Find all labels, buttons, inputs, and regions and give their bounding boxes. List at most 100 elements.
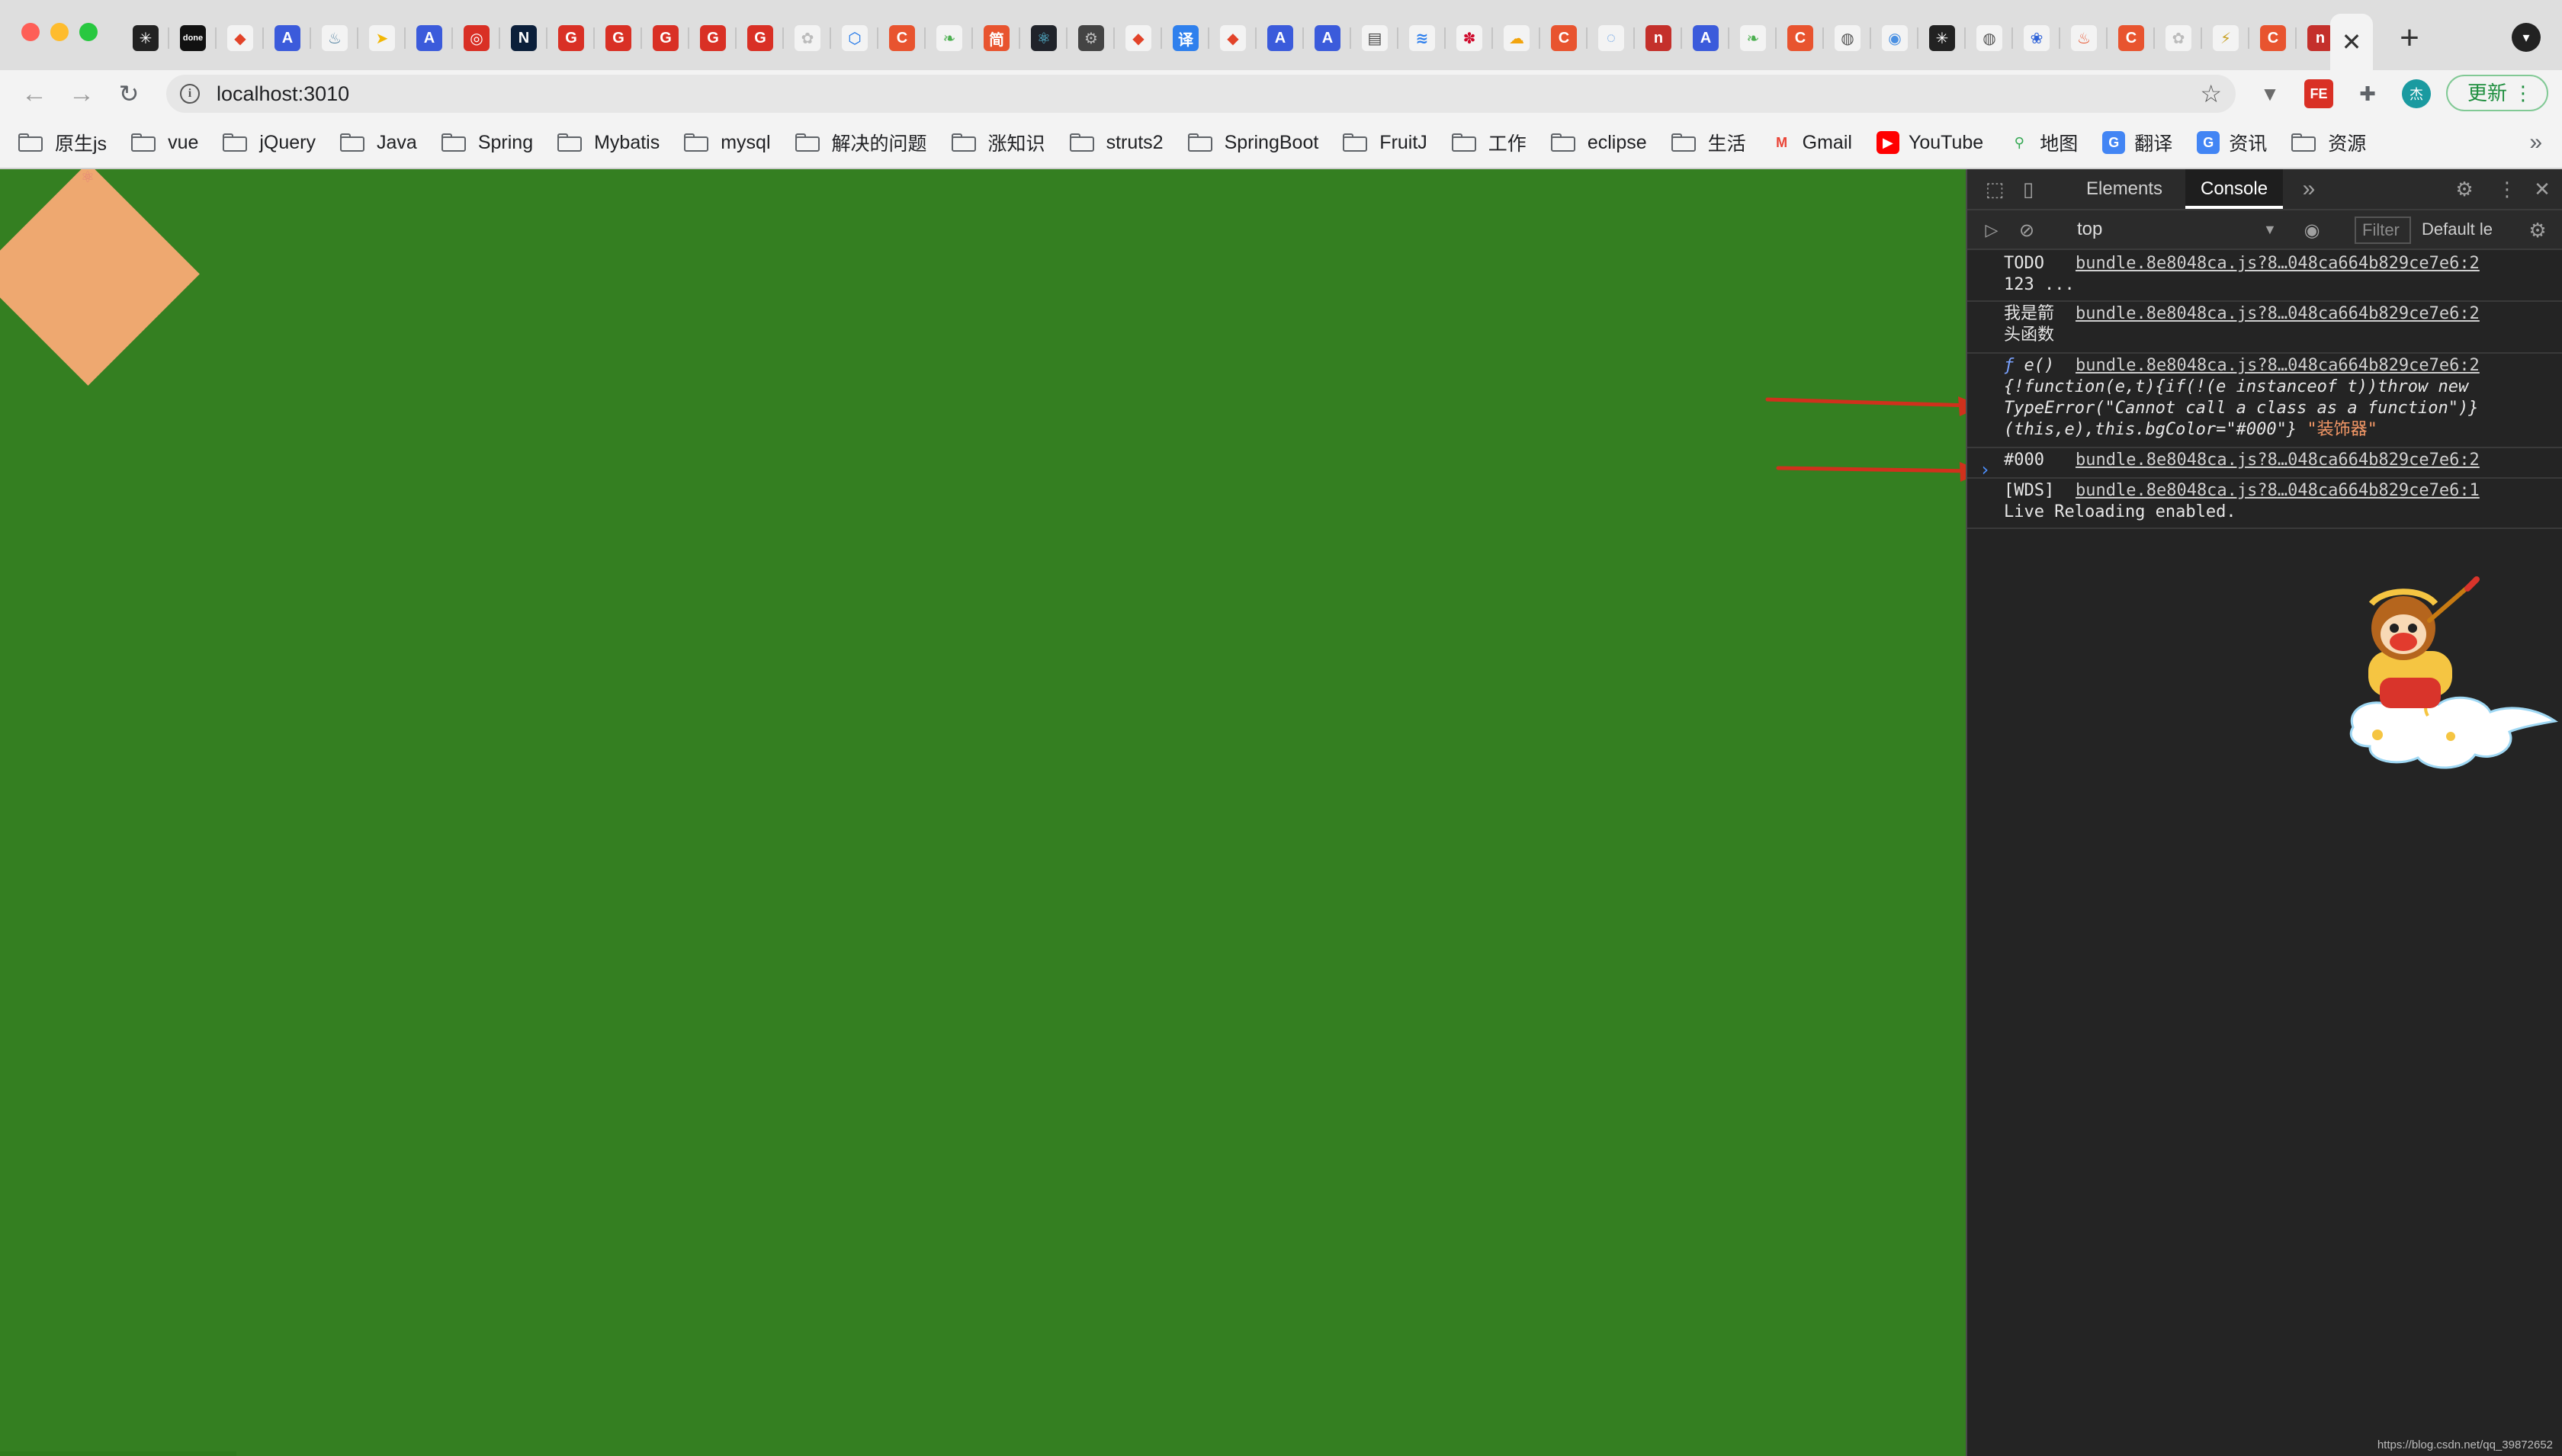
minimize-window-button[interactable] bbox=[50, 23, 69, 41]
new-tab-button[interactable]: + bbox=[2388, 19, 2431, 56]
inspect-element-icon[interactable]: ⬚ bbox=[1981, 175, 2008, 203]
browser-tab[interactable]: 简 bbox=[973, 14, 1020, 63]
bookmark-item[interactable]: G 资讯 bbox=[2197, 129, 2267, 156]
bookmark-item[interactable]: ⚲ 地图 bbox=[2008, 129, 2078, 156]
fe-extension-icon[interactable]: FE bbox=[2304, 79, 2333, 108]
forward-button[interactable]: → bbox=[64, 76, 99, 111]
function-signature[interactable]: ƒ e() bbox=[2004, 355, 2054, 377]
browser-tab[interactable]: ◎ bbox=[453, 14, 500, 63]
browser-tab[interactable]: G bbox=[737, 14, 784, 63]
bookmark-item[interactable]: ▶ YouTube bbox=[1876, 131, 1983, 154]
bookmark-item[interactable]: jQuery bbox=[223, 132, 316, 154]
browser-tab[interactable]: N bbox=[500, 14, 547, 63]
message-source-link[interactable]: bundle.8e8048ca.js?8…048ca664b829ce7e6:2 bbox=[2076, 253, 2480, 274]
close-devtools-icon[interactable]: ✕ bbox=[2528, 175, 2556, 203]
settings-gear-icon[interactable]: ⚙ bbox=[2451, 175, 2478, 203]
bookmark-item[interactable]: 解决的问题 bbox=[795, 129, 927, 156]
site-info-icon[interactable]: i bbox=[180, 84, 200, 104]
browser-tab[interactable]: G bbox=[642, 14, 689, 63]
more-tabs-button[interactable]: » bbox=[2295, 175, 2323, 203]
browser-tab[interactable]: ❧ bbox=[1729, 14, 1777, 63]
browser-tab[interactable]: G bbox=[595, 14, 642, 63]
bookmark-item[interactable]: struts2 bbox=[1069, 132, 1164, 154]
browser-tab[interactable]: ◌ bbox=[1588, 14, 1635, 63]
bookmark-item[interactable]: Mybatis bbox=[557, 132, 660, 154]
browser-tab[interactable]: G bbox=[547, 14, 595, 63]
customize-menu-icon[interactable]: ⋮ bbox=[2493, 175, 2521, 203]
bookmark-item[interactable]: 工作 bbox=[1451, 129, 1527, 156]
sidebar-toggle-icon[interactable]: ▷ bbox=[1978, 216, 2005, 244]
message-source-link[interactable]: bundle.8e8048ca.js?8…048ca664b829ce7e6:2 bbox=[2076, 450, 2480, 471]
browser-tab[interactable]: C bbox=[878, 14, 926, 63]
browser-tab[interactable]: ✳ bbox=[122, 14, 169, 63]
vue-devtools-extension-icon[interactable]: ▼ bbox=[2255, 79, 2284, 108]
browser-tab[interactable]: done bbox=[169, 14, 217, 63]
profile-avatar[interactable]: 杰 bbox=[2402, 79, 2431, 108]
context-selector[interactable]: top bbox=[2077, 210, 2102, 249]
context-dropdown-icon[interactable]: ▼ bbox=[2263, 210, 2277, 249]
message-source-link[interactable]: bundle.8e8048ca.js?8…048ca664b829ce7e6:2 bbox=[2076, 355, 2480, 377]
browser-tab[interactable]: C bbox=[2249, 14, 2297, 63]
browser-tab[interactable]: ✿ bbox=[2155, 14, 2202, 63]
console-filter-input[interactable]: Filter bbox=[2355, 216, 2411, 244]
clear-console-icon[interactable]: ⊘ bbox=[2013, 216, 2040, 244]
console-settings-gear-icon[interactable]: ⚙ bbox=[2524, 216, 2551, 244]
browser-tab[interactable]: ▤ bbox=[1351, 14, 1398, 63]
message-source-link[interactable]: bundle.8e8048ca.js?8…048ca664b829ce7e6:1 bbox=[2076, 480, 2480, 502]
browser-tab[interactable]: ◉ bbox=[1871, 14, 1918, 63]
url-text[interactable]: localhost:3010 bbox=[217, 75, 349, 113]
tab-console[interactable]: Console bbox=[2185, 169, 2284, 209]
browser-tab[interactable]: C bbox=[1777, 14, 1824, 63]
bookmark-item[interactable]: Spring bbox=[441, 132, 533, 154]
tab-elements[interactable]: Elements bbox=[2071, 169, 2178, 209]
bookmark-item[interactable]: Java bbox=[340, 132, 417, 154]
device-toolbar-icon[interactable]: ▯ bbox=[2015, 175, 2042, 203]
browser-tab[interactable]: ✽ bbox=[1446, 14, 1493, 63]
browser-tab[interactable]: C bbox=[1540, 14, 1588, 63]
reload-button[interactable]: ↻ bbox=[111, 76, 146, 111]
browser-tab[interactable]: ⚡ bbox=[2202, 14, 2249, 63]
browser-tab[interactable]: ☁ bbox=[1493, 14, 1540, 63]
bookmark-item[interactable]: eclipse bbox=[1550, 132, 1647, 154]
bookmarks-overflow-button[interactable]: » bbox=[2529, 117, 2542, 168]
browser-tab[interactable]: ❧ bbox=[926, 14, 973, 63]
address-bar[interactable]: i localhost:3010 ☆ bbox=[166, 75, 2236, 113]
bookmark-item[interactable]: G 翻译 bbox=[2102, 129, 2172, 156]
bookmark-item[interactable]: 资源 bbox=[2291, 129, 2366, 156]
browser-tab[interactable]: ➤ bbox=[358, 14, 406, 63]
browser-tab[interactable]: ❀ bbox=[2013, 14, 2060, 63]
browser-tab[interactable]: ♨ bbox=[2060, 14, 2108, 63]
browser-tab[interactable]: ◍ bbox=[1966, 14, 2013, 63]
browser-tab[interactable]: n bbox=[1635, 14, 1682, 63]
browser-tab[interactable]: ♨ bbox=[311, 14, 358, 63]
active-tab[interactable]: ✕ bbox=[2330, 14, 2373, 70]
browser-tab[interactable]: ⚙ bbox=[1068, 14, 1115, 63]
extensions-puzzle-icon[interactable]: ✚ bbox=[2353, 79, 2382, 108]
browser-tab[interactable]: 译 bbox=[1162, 14, 1209, 63]
back-button[interactable]: ← bbox=[17, 76, 52, 111]
bookmark-item[interactable]: 原生js bbox=[18, 129, 107, 156]
bookmark-item[interactable]: 涨知识 bbox=[951, 129, 1045, 156]
browser-tab[interactable]: ✳ bbox=[1918, 14, 1966, 63]
bookmark-item[interactable]: vue bbox=[131, 132, 198, 154]
browser-tab[interactable]: ✿ bbox=[784, 14, 831, 63]
browser-tab[interactable]: C bbox=[2108, 14, 2155, 63]
bookmark-item[interactable]: SpringBoot bbox=[1187, 132, 1318, 154]
browser-tab[interactable]: A bbox=[1304, 14, 1351, 63]
browser-tab[interactable]: ◆ bbox=[1209, 14, 1257, 63]
live-expression-eye-icon[interactable]: ◉ bbox=[2298, 216, 2326, 244]
update-button[interactable]: 更新 ⋮ bbox=[2446, 75, 2548, 111]
browser-tab[interactable]: ◆ bbox=[1115, 14, 1162, 63]
message-source-link[interactable]: bundle.8e8048ca.js?8…048ca664b829ce7e6:2 bbox=[2076, 303, 2480, 325]
browser-tab[interactable]: ◆ bbox=[217, 14, 264, 63]
bookmark-item[interactable]: mysql bbox=[684, 132, 771, 154]
browser-tab[interactable]: ⬡ bbox=[831, 14, 878, 63]
bookmark-item[interactable]: FruitJ bbox=[1343, 132, 1427, 154]
browser-tab[interactable]: A bbox=[1682, 14, 1729, 63]
zoom-window-button[interactable] bbox=[79, 23, 98, 41]
console-prompt[interactable]: › bbox=[1979, 459, 1990, 480]
log-levels-dropdown[interactable]: Default le bbox=[2422, 210, 2513, 249]
browser-tab[interactable]: A bbox=[264, 14, 311, 63]
browser-tab[interactable]: ≋ bbox=[1398, 14, 1446, 63]
browser-tab[interactable]: A bbox=[406, 14, 453, 63]
